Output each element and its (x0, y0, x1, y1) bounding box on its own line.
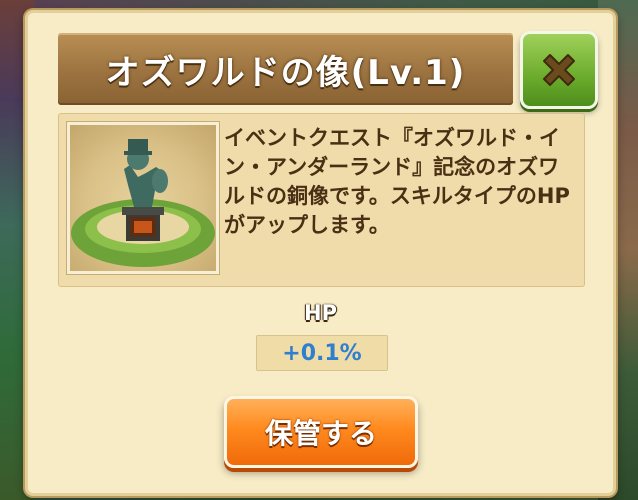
stat-value-box: +0.1% (256, 335, 388, 371)
dialog-title: オズワルドの像(Lv.1) (105, 52, 466, 93)
bronze-statue-icon (71, 139, 215, 267)
item-description: イベントクエスト『オズワルド・イン・アンダーランド』記念のオズワルドの銅像です。… (224, 126, 570, 237)
close-button[interactable] (520, 31, 598, 109)
item-image (67, 122, 219, 274)
item-dialog: オズワルドの像(Lv.1) イベントクエスト『オズワルド・イン・アンダーランド』… (25, 10, 616, 496)
title-bar: オズワルドの像(Lv.1) (58, 33, 513, 105)
close-icon (543, 54, 575, 86)
stat-value: +0.1% (282, 340, 362, 366)
store-button-label: 保管する (264, 417, 377, 450)
store-button[interactable]: 保管する (224, 396, 418, 468)
stat-label: HP (304, 301, 337, 325)
info-panel: イベントクエスト『オズワルド・イン・アンダーランド』記念のオズワルドの銅像です。… (58, 113, 585, 287)
